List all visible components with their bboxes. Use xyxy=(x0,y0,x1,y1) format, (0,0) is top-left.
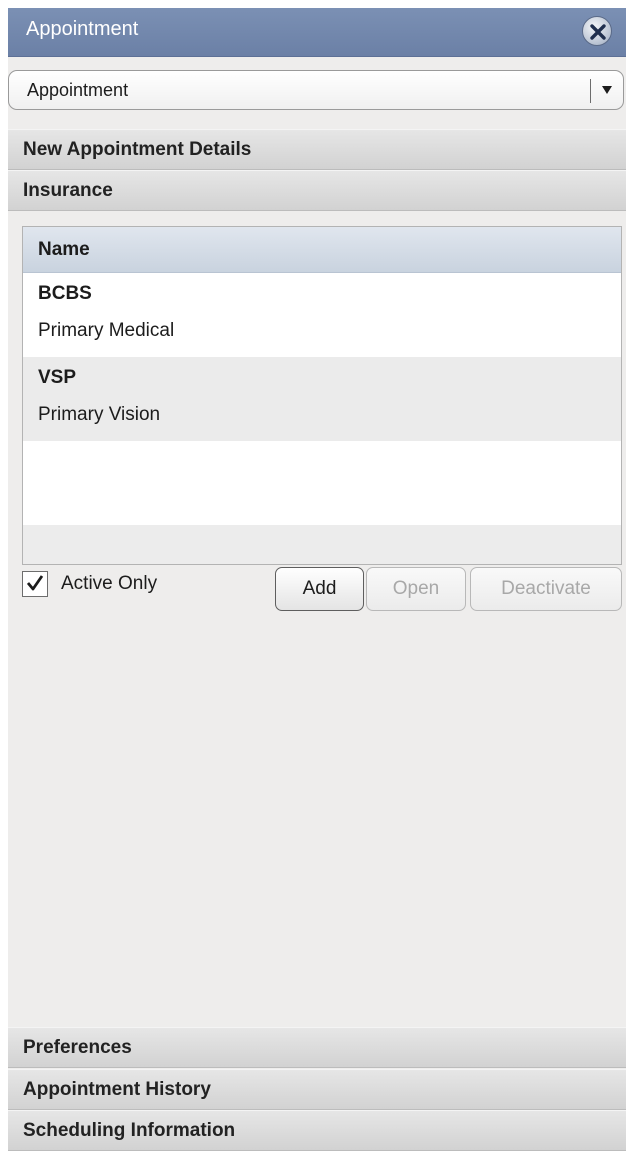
insurance-name: BCBS xyxy=(38,283,92,304)
section-scheduling-information[interactable]: Scheduling Information xyxy=(8,1110,626,1151)
active-only-label: Active Only xyxy=(61,573,158,594)
section-label: Preferences xyxy=(23,1037,132,1058)
column-header-label: Name xyxy=(38,239,90,260)
deactivate-button[interactable]: Deactivate xyxy=(470,567,622,611)
panel-title: Appointment xyxy=(26,18,139,40)
section-appointment-history[interactable]: Appointment History xyxy=(8,1069,626,1110)
insurance-list: Name BCBS Primary Medical VSP Primary Vi… xyxy=(22,226,622,565)
section-label: New Appointment Details xyxy=(23,139,252,160)
close-icon xyxy=(590,24,606,40)
section-new-appointment-details[interactable]: New Appointment Details xyxy=(8,129,626,170)
chevron-down-icon[interactable] xyxy=(601,85,613,95)
section-preferences[interactable]: Preferences xyxy=(8,1027,626,1068)
open-button[interactable]: Open xyxy=(366,567,466,611)
section-insurance[interactable]: Insurance xyxy=(8,170,626,211)
insurance-row[interactable]: VSP Primary Vision xyxy=(23,357,621,441)
dropdown-separator xyxy=(590,79,591,103)
section-label: Scheduling Information xyxy=(23,1120,236,1141)
column-header-name[interactable]: Name xyxy=(23,227,621,273)
add-button[interactable]: Add xyxy=(275,567,364,611)
empty-list-row xyxy=(23,441,621,525)
active-only-checkbox[interactable] xyxy=(22,571,48,597)
checkmark-icon xyxy=(26,575,44,591)
close-button[interactable] xyxy=(582,16,612,46)
insurance-type: Primary Vision xyxy=(38,404,161,425)
dropdown-selected-value: Appointment xyxy=(27,80,129,100)
appointment-panel: Appointment Appointment New Appointment … xyxy=(8,8,626,1151)
section-label: Appointment History xyxy=(23,1079,211,1100)
section-label: Insurance xyxy=(23,180,113,201)
insurance-row[interactable]: BCBS Primary Medical xyxy=(23,273,621,357)
insurance-name: VSP xyxy=(38,367,77,388)
insurance-type: Primary Medical xyxy=(38,320,175,341)
appointment-type-dropdown[interactable]: Appointment xyxy=(8,70,624,110)
panel-titlebar: Appointment xyxy=(8,8,626,57)
